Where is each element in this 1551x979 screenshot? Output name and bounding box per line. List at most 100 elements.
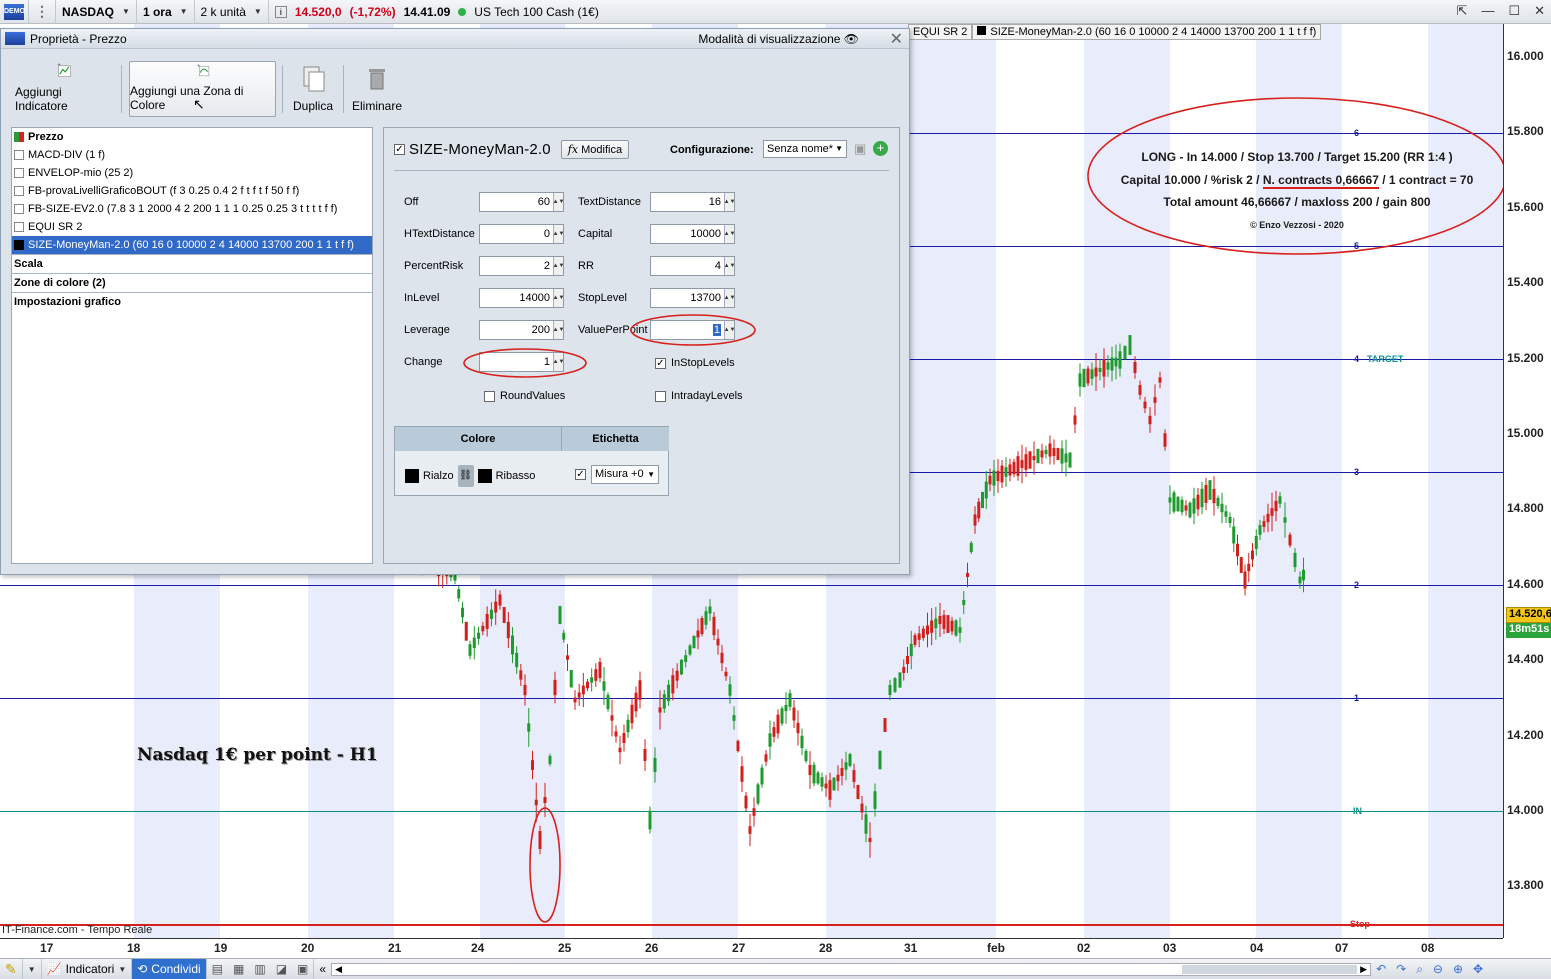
section-scale[interactable]: Scala (12, 254, 372, 273)
dialog-titlebar[interactable]: Proprietà - Prezzo Modalità di visualizz… (1, 29, 909, 49)
rr-stepper[interactable]: 4 ▲▼ (650, 256, 735, 276)
scrollbar-thumb[interactable] (1182, 964, 1358, 974)
indicators-button[interactable]: 📈 Indicatori ▼ (42, 958, 133, 979)
candle-body (812, 764, 816, 784)
zoom-fit-icon[interactable]: ⌕ (1416, 962, 1423, 977)
symbol-selector[interactable]: NASDAQ ▼ (56, 0, 137, 24)
stoplevel-stepper[interactable]: 13700 ▲▼ (650, 288, 735, 308)
candle-body (1208, 480, 1212, 500)
stepper-value: 200 (531, 324, 550, 336)
textdistance-stepper[interactable]: 16 ▲▼ (650, 192, 735, 212)
htextdistance-stepper[interactable]: 0 ▲▼ (479, 224, 564, 244)
add-indicator-button[interactable]: + Aggiungi Indicatore (15, 61, 113, 117)
tab-equi[interactable]: EQUI SR 2 (908, 24, 973, 40)
label-checkbox[interactable]: ✓ (575, 469, 586, 480)
section-color-zones[interactable]: Zone di colore (2) (12, 273, 372, 292)
section-chart-settings[interactable]: Impostazioni grafico (12, 292, 372, 311)
add-config-icon[interactable]: + (873, 141, 888, 156)
fx-icon: fx (567, 143, 579, 156)
tools-dropdown[interactable]: ▼ (23, 958, 42, 979)
chevron-down-icon: ▼ (647, 470, 655, 479)
redo-icon[interactable]: ↷ (1396, 962, 1406, 976)
candle-body (728, 684, 732, 696)
popout-icon[interactable]: ⇱ (1457, 3, 1468, 19)
tab-moneyman[interactable]: SIZE-MoneyMan-2.0 (60 16 0 10000 2 4 140… (972, 24, 1322, 40)
checkbox[interactable] (14, 186, 24, 196)
scroll-right-icon[interactable]: ▶ (1360, 964, 1367, 975)
candle-body (586, 681, 589, 689)
stepper-arrows-icon[interactable]: ▲▼ (553, 225, 564, 243)
maximize-icon[interactable]: ☐ (1508, 3, 1520, 19)
timeframe-selector[interactable]: 1 ora ▼ (137, 0, 195, 24)
stepper-arrows-icon[interactable]: ▲▼ (724, 257, 735, 275)
checkbox[interactable] (14, 168, 24, 178)
list-item[interactable]: FB-SIZE-EV2.0 (7.8 3 1 2000 4 2 200 1 1 … (12, 200, 372, 218)
list-item[interactable]: ENVELOP-mio (25 2) (12, 164, 372, 182)
percentrisk-stepper[interactable]: 2 ▲▼ (479, 256, 564, 276)
stepper-arrows-icon[interactable]: ▲▼ (724, 289, 735, 307)
undo-icon[interactable]: ↶ (1376, 962, 1386, 976)
indicator-enabled-checkbox[interactable]: ✓ (394, 144, 405, 155)
stepper-arrows-icon[interactable]: ▲▼ (553, 257, 564, 275)
demo-icon[interactable]: DEMO (0, 0, 29, 24)
toolbar-menu[interactable]: ⋮ (29, 0, 56, 24)
save-icon[interactable]: ▣ (854, 141, 866, 157)
zoom-out-icon[interactable]: ⊖ (1433, 962, 1443, 976)
candle-body (543, 796, 547, 804)
duplicate-button[interactable]: Duplica (289, 61, 337, 117)
candle-body (796, 722, 800, 734)
list-icon[interactable]: ▦ (233, 962, 244, 976)
checkbox[interactable] (14, 240, 24, 250)
checkbox[interactable] (14, 150, 24, 160)
close-icon[interactable]: ✕ (890, 29, 903, 49)
checkbox[interactable] (14, 204, 24, 214)
stepper-arrows-icon[interactable]: ▲▼ (553, 193, 564, 211)
top-toolbar: DEMO ⋮ NASDAQ ▼ 1 ora ▼ 2 k unità ▼ i 14.52… (0, 0, 1551, 24)
stepper-arrows-icon[interactable]: ▲▼ (724, 193, 735, 211)
link-icon[interactable]: ⛓ (457, 465, 474, 487)
fall-color-swatch[interactable] (477, 469, 492, 483)
intradaylevels-checkbox[interactable] (655, 391, 666, 402)
info-icon[interactable]: i (274, 5, 287, 18)
list-item-selected[interactable]: SIZE-MoneyMan-2.0 (60 16 0 10000 2 4 140… (12, 236, 372, 254)
grid-icon[interactable]: ▥ (254, 962, 265, 976)
display-mode-button[interactable]: Modalità di visualizzazione 👁 (698, 32, 859, 46)
off-stepper[interactable]: 60 ▲▼ (479, 192, 564, 212)
delete-button[interactable]: Eliminare (351, 61, 403, 117)
instoplevels-checkbox[interactable]: ✓ (655, 358, 666, 369)
checkbox[interactable] (14, 222, 24, 232)
config-select[interactable]: Senza nome* ▼ (763, 140, 847, 158)
candle-body (531, 760, 534, 770)
list-item-price[interactable]: Prezzo (12, 128, 372, 146)
roundvalues-checkbox[interactable] (484, 391, 495, 402)
edit-code-button[interactable]: fx Modifica (560, 140, 630, 159)
rise-color-swatch[interactable] (405, 469, 419, 483)
close-icon[interactable]: ✕ (1534, 3, 1545, 19)
scroll-left-icon[interactable]: ◀ (335, 964, 342, 975)
stepper-arrows-icon[interactable]: ▲▼ (553, 289, 564, 307)
draw-tool-button[interactable]: ✎ (0, 958, 23, 979)
zoom-in-icon[interactable]: ⊕ (1453, 962, 1463, 976)
minimize-icon[interactable]: — (1481, 3, 1494, 19)
stepper-value: 10000 (690, 228, 721, 240)
share-button[interactable]: ⟲ Condividi (132, 958, 207, 979)
price-axis[interactable] (1503, 24, 1551, 938)
list-item[interactable]: MACD-DIV (1 f) (12, 146, 372, 164)
window-icon[interactable]: ◪ (276, 962, 287, 976)
list-item[interactable]: FB-provaLivelliGraficoBOUT (f 3 0.25 0.4… (12, 182, 372, 200)
leverage-stepper[interactable]: 200 ▲▼ (479, 320, 564, 340)
candle-body (457, 589, 461, 599)
label-select[interactable]: Misura +0 ▼ (591, 465, 659, 484)
param-label: StopLevel (578, 292, 627, 304)
inlevel-stepper[interactable]: 14000 ▲▼ (479, 288, 564, 308)
time-scrollbar[interactable]: ◀ ▶ (331, 962, 1372, 976)
stepper-arrows-icon[interactable]: ▲▼ (724, 225, 735, 243)
comment-icon[interactable]: ▤ (212, 962, 223, 976)
units-selector[interactable]: 2 k unità ▼ (195, 0, 269, 24)
capital-stepper[interactable]: 10000 ▲▼ (650, 224, 735, 244)
move-icon[interactable]: ✥ (1473, 962, 1483, 976)
list-item[interactable]: EQUI SR 2 (12, 218, 372, 236)
stepper-arrows-icon[interactable]: ▲▼ (553, 321, 564, 339)
layout-icon[interactable]: ▣ (297, 962, 308, 976)
scroll-left-button[interactable]: « (314, 959, 331, 979)
